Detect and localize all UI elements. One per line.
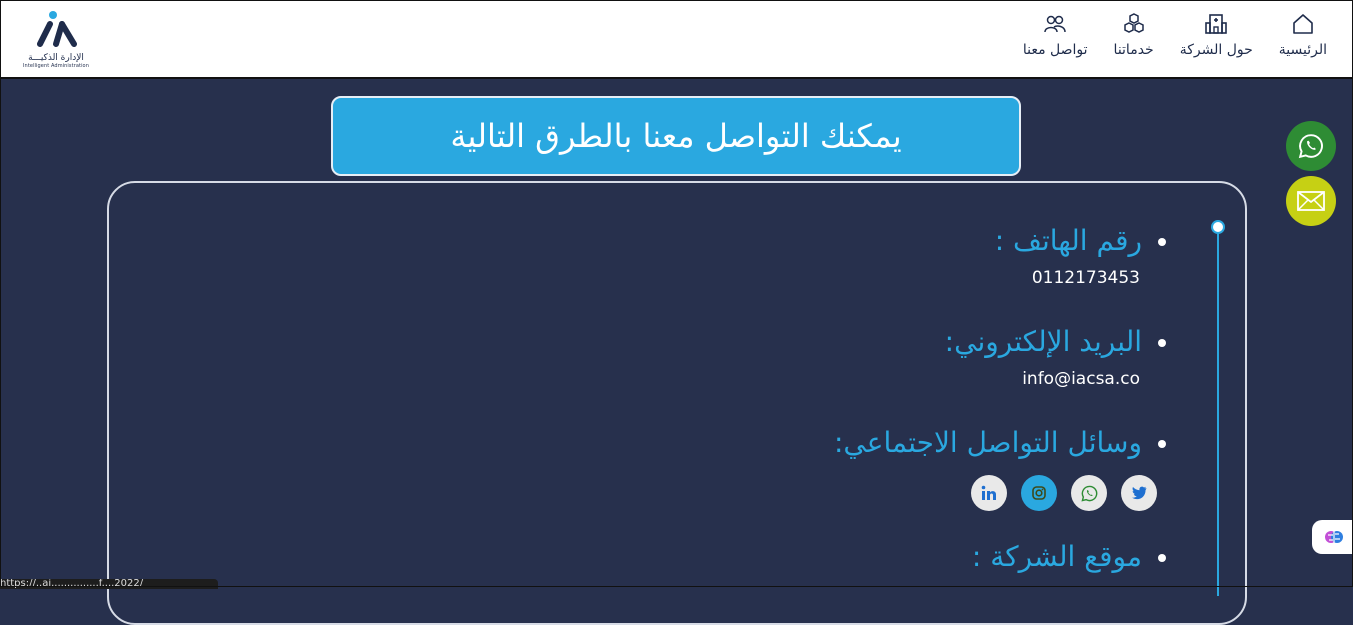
bullet <box>1158 440 1166 448</box>
brain-icon <box>1325 531 1343 543</box>
assistant-button[interactable] <box>1312 520 1353 554</box>
instagram-link[interactable] <box>1021 475 1057 511</box>
building-icon <box>1205 14 1228 34</box>
banner-title: يمكنك التواصل معنا بالطرق التالية <box>450 117 902 155</box>
nav-item-services[interactable]: خدماتنا <box>1114 12 1154 58</box>
nav-item-home[interactable]: الرئيسية <box>1279 12 1327 58</box>
location-label: موقع الشركة : <box>971 540 1142 573</box>
whatsapp-link[interactable] <box>1071 475 1107 511</box>
bullet <box>1158 238 1166 246</box>
mail-icon <box>1297 191 1325 211</box>
home-icon <box>1293 14 1313 34</box>
phone-value[interactable]: 0112173453 <box>995 268 1140 288</box>
instagram-icon <box>1032 486 1046 500</box>
email-item: البريد الإلكتروني: info@iacsa.co <box>945 325 1166 389</box>
cubes-icon <box>1123 13 1144 33</box>
nav-item-contact[interactable]: تواصل معنا <box>1023 12 1088 58</box>
timeline-line <box>1217 226 1219 596</box>
phone-label: رقم الهاتف : <box>994 224 1142 257</box>
status-bar-url: https://..ai...............f....2022/ <box>0 579 218 589</box>
logo-arabic-text: الإدارة الذكيـــة <box>28 53 84 63</box>
location-item: موقع الشركة : <box>972 540 1166 574</box>
twitter-icon <box>1132 486 1147 500</box>
nav-label-home: الرئيسية <box>1278 42 1327 58</box>
twitter-link[interactable] <box>1121 475 1157 511</box>
phone-item: رقم الهاتف : 0112173453 <box>995 224 1166 288</box>
contact-banner: يمكنك التواصل معنا بالطرق التالية <box>331 96 1021 176</box>
email-label: البريد الإلكتروني: <box>944 325 1142 358</box>
whatsapp-icon <box>1298 134 1323 159</box>
bullet <box>1158 339 1166 347</box>
social-links <box>971 475 1157 511</box>
social-item: وسائل التواصل الاجتماعي: <box>834 426 1166 460</box>
social-label: وسائل التواصل الاجتماعي: <box>834 426 1142 459</box>
nav-label-services: خدماتنا <box>1113 42 1154 58</box>
main-nav: الرئيسية حول الشركة خدماتنا تواصل معنا <box>1023 12 1327 58</box>
nav-label-about: حول الشركة <box>1179 42 1253 58</box>
linkedin-link[interactable] <box>971 475 1007 511</box>
company-logo[interactable]: الإدارة الذكيـــة Intelligent Administra… <box>18 10 94 70</box>
floating-whatsapp-button[interactable] <box>1286 121 1336 171</box>
users-icon <box>1044 15 1066 33</box>
bullet <box>1158 554 1166 562</box>
logo-mark-icon <box>37 11 77 47</box>
email-value[interactable]: info@iacsa.co <box>945 369 1140 389</box>
timeline-dot <box>1211 220 1225 234</box>
linkedin-icon <box>981 485 996 500</box>
nav-label-contact: تواصل معنا <box>1022 42 1088 58</box>
site-header: الإدارة الذكيـــة Intelligent Administra… <box>0 0 1353 79</box>
logo-english-text: Intelligent Administration <box>22 63 89 69</box>
whatsapp-icon <box>1080 485 1097 502</box>
floating-mail-button[interactable] <box>1286 176 1336 226</box>
nav-item-about[interactable]: حول الشركة <box>1180 12 1253 58</box>
